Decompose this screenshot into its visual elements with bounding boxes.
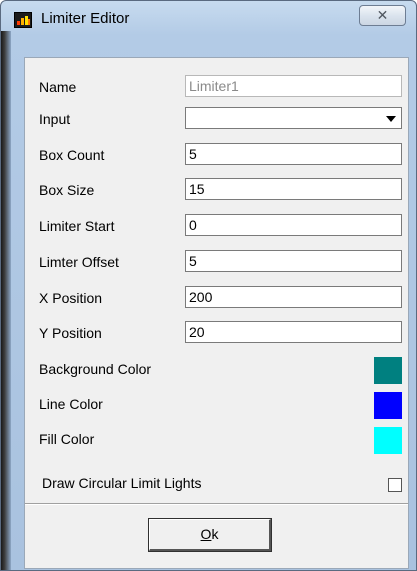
limter-offset-label: Limter Offset bbox=[39, 254, 119, 270]
dialog-body: Name Limiter1 Input Box Count 5 Box Size… bbox=[24, 57, 409, 569]
chevron-down-icon[interactable] bbox=[382, 109, 400, 127]
draw-circular-checkbox[interactable] bbox=[388, 478, 402, 492]
ok-label-rest: k bbox=[211, 526, 219, 542]
name-label: Name bbox=[39, 79, 77, 95]
fill-color-swatch[interactable] bbox=[374, 427, 402, 454]
title-bar[interactable]: Limiter Editor ✕ bbox=[1, 1, 416, 35]
ok-button[interactable]: Ok bbox=[148, 518, 272, 552]
fill-color-label: Fill Color bbox=[39, 431, 95, 447]
x-position-label: X Position bbox=[39, 290, 103, 306]
box-size-field[interactable]: 15 bbox=[185, 178, 402, 200]
line-color-label: Line Color bbox=[39, 396, 103, 412]
background-color-label: Background Color bbox=[39, 361, 152, 377]
close-button[interactable]: ✕ bbox=[359, 5, 406, 26]
name-field: Limiter1 bbox=[185, 75, 402, 97]
window-title: Limiter Editor bbox=[41, 10, 130, 27]
x-position-field[interactable]: 200 bbox=[185, 286, 402, 308]
y-position-label: Y Position bbox=[39, 325, 102, 341]
separator bbox=[25, 503, 408, 505]
line-color-swatch[interactable] bbox=[374, 392, 402, 419]
input-label: Input bbox=[39, 111, 71, 127]
close-icon: ✕ bbox=[376, 7, 389, 23]
box-count-label: Box Count bbox=[39, 147, 105, 163]
bar-chart-icon bbox=[14, 12, 32, 28]
limiter-editor-window: Limiter Editor ✕ Name Limiter1 Input Box… bbox=[0, 0, 417, 571]
ok-mnemonic: O bbox=[200, 526, 212, 542]
limter-offset-field[interactable]: 5 bbox=[185, 250, 402, 272]
input-combobox[interactable] bbox=[185, 107, 402, 129]
draw-circular-label: Draw Circular Limit Lights bbox=[42, 475, 202, 491]
window-edge bbox=[1, 31, 11, 570]
box-count-field[interactable]: 5 bbox=[185, 143, 402, 165]
y-position-field[interactable]: 20 bbox=[185, 321, 402, 343]
limiter-start-field[interactable]: 0 bbox=[185, 214, 402, 236]
background-color-swatch[interactable] bbox=[374, 357, 402, 384]
limiter-start-label: Limiter Start bbox=[39, 218, 115, 234]
box-size-label: Box Size bbox=[39, 182, 95, 198]
